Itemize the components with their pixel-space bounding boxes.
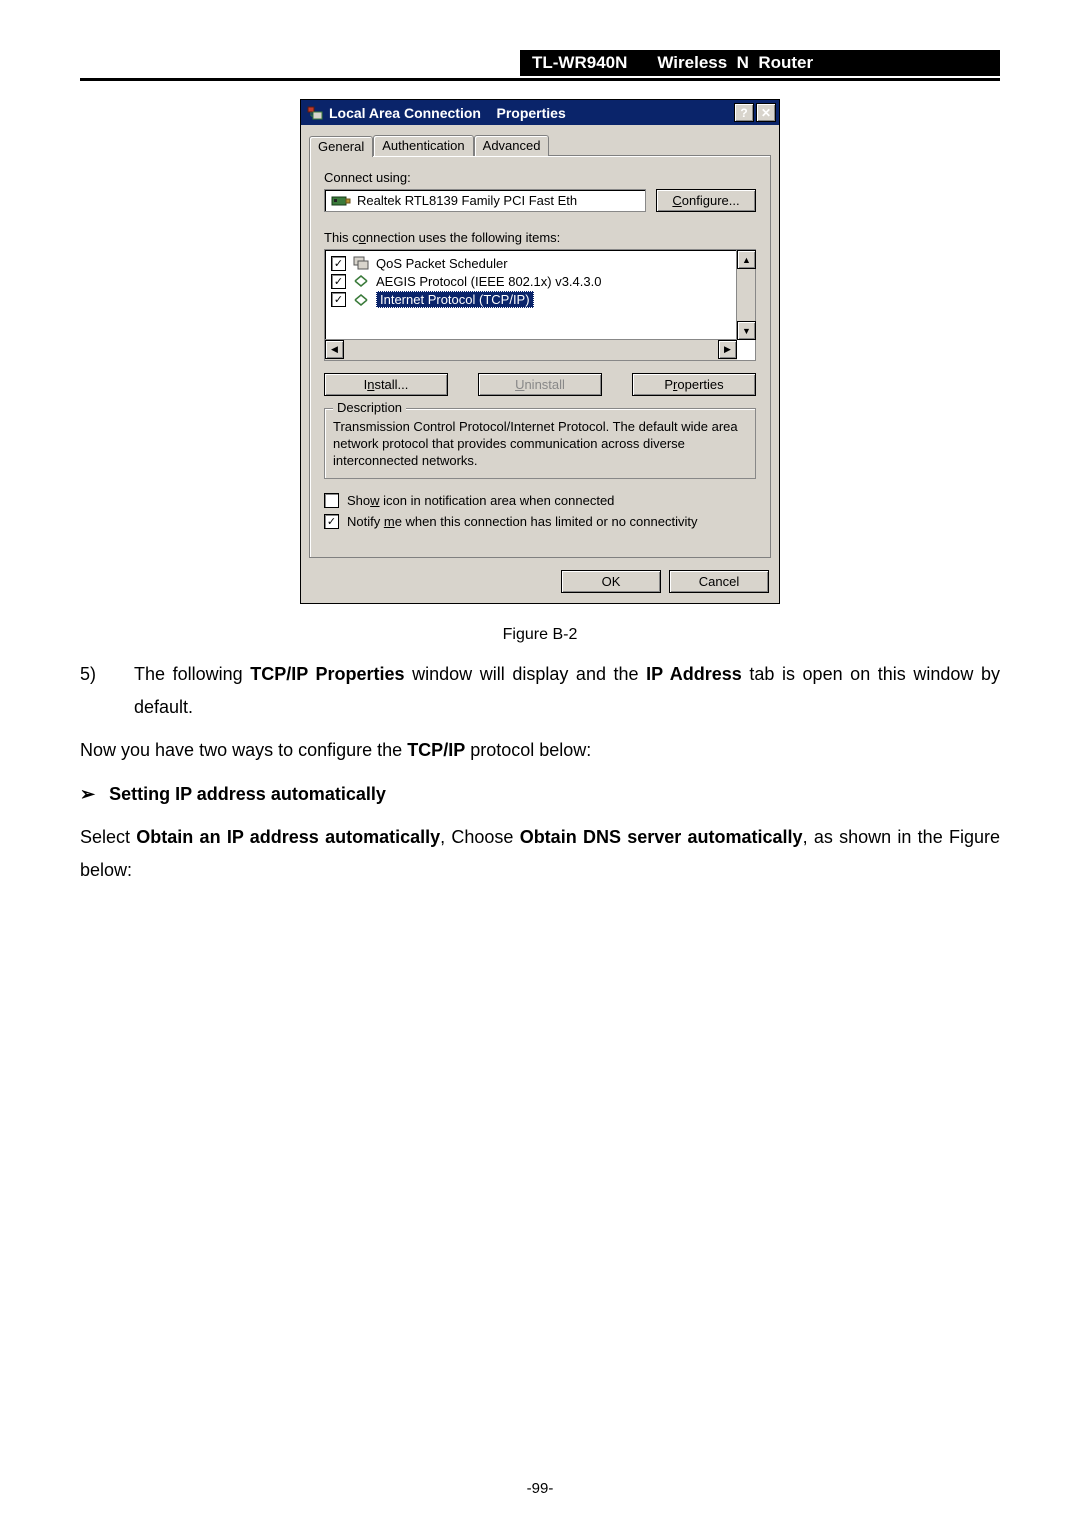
tab-advanced[interactable]: Advanced <box>474 135 550 156</box>
scroll-down-icon[interactable]: ▼ <box>737 321 756 340</box>
page-number: -99- <box>0 1480 1080 1497</box>
configure-button[interactable]: Configure... <box>656 189 756 212</box>
properties-dialog: Local Area Connection Properties ? ✕ Gen… <box>300 99 780 604</box>
show-icon-checkbox[interactable]: Show icon in notification area when conn… <box>324 493 756 508</box>
arrow-icon: ➢ <box>80 778 95 811</box>
arrow-heading-text: Setting IP address automatically <box>109 778 386 811</box>
header-bar: TL-WR940N Wireless N Router <box>520 50 1000 76</box>
scroll-left-icon[interactable]: ◀ <box>325 340 344 359</box>
tab-authentication[interactable]: Authentication <box>373 135 473 156</box>
network-icon <box>307 106 323 120</box>
checkbox-icon[interactable] <box>324 493 339 508</box>
dialog-title: Local Area Connection Properties <box>329 105 732 121</box>
horizontal-scrollbar[interactable]: ◀ ▶ <box>325 339 737 360</box>
items-label: This connection uses the following items… <box>324 230 756 245</box>
qos-icon <box>352 255 370 271</box>
list-item-label: Internet Protocol (TCP/IP) <box>376 291 534 308</box>
protocol-icon <box>352 273 370 289</box>
checkbox-icon[interactable]: ✓ <box>331 274 346 289</box>
cancel-button[interactable]: Cancel <box>669 570 769 593</box>
header-model: TL-WR940N <box>532 53 627 73</box>
step-number: 5) <box>80 658 108 691</box>
vertical-scrollbar[interactable]: ▲ ▼ <box>736 250 755 340</box>
description-text: Transmission Control Protocol/Internet P… <box>333 419 747 470</box>
figure-caption: Figure B-2 <box>80 626 1000 644</box>
paragraph: Now you have two ways to configure the T… <box>80 734 1000 767</box>
nic-field: Realtek RTL8139 Family PCI Fast Eth <box>324 189 646 212</box>
checkbox-icon[interactable]: ✓ <box>331 256 346 271</box>
dialog-footer: OK Cancel <box>301 562 779 603</box>
list-item[interactable]: ✓ QoS Packet Scheduler <box>329 254 733 272</box>
show-icon-label: Show icon in notification area when conn… <box>347 493 614 508</box>
ok-button[interactable]: OK <box>561 570 661 593</box>
notify-checkbox[interactable]: ✓ Notify me when this connection has lim… <box>324 514 756 529</box>
help-icon[interactable]: ? <box>734 103 754 122</box>
tab-general[interactable]: General <box>309 136 373 157</box>
protocol-icon <box>352 292 370 308</box>
connect-using-label: Connect using: <box>324 170 756 185</box>
scroll-up-icon[interactable]: ▲ <box>737 250 756 269</box>
uninstall-button: Uninstall <box>478 373 602 396</box>
properties-button[interactable]: Properties <box>632 373 756 396</box>
notify-label: Notify me when this connection has limit… <box>347 514 697 529</box>
checkbox-icon[interactable]: ✓ <box>324 514 339 529</box>
checkbox-icon[interactable]: ✓ <box>331 292 346 307</box>
page-header: TL-WR940N Wireless N Router <box>80 50 1000 81</box>
list-item-label: QoS Packet Scheduler <box>376 256 508 271</box>
install-button[interactable]: Install... <box>324 373 448 396</box>
list-item-label: AEGIS Protocol (IEEE 802.1x) v3.4.3.0 <box>376 274 601 289</box>
body-text: 5) The following TCP/IP Properties windo… <box>80 658 1000 888</box>
tab-panel-general: Connect using: Realtek RTL8139 Family PC… <box>309 155 771 558</box>
header-product: Wireless N Router <box>657 53 813 73</box>
paragraph: Select Obtain an IP address automaticall… <box>80 821 1000 888</box>
description-group: Description Transmission Control Protoco… <box>324 408 756 479</box>
scroll-right-icon[interactable]: ▶ <box>718 340 737 359</box>
nic-name: Realtek RTL8139 Family PCI Fast Eth <box>357 193 577 208</box>
list-item-selected[interactable]: ✓ Internet Protocol (TCP/IP) <box>329 290 733 309</box>
items-listbox[interactable]: ✓ QoS Packet Scheduler ✓ AEGIS Protoco <box>324 249 756 361</box>
list-item[interactable]: ✓ AEGIS Protocol (IEEE 802.1x) v3.4.3.0 <box>329 272 733 290</box>
step-5: 5) The following TCP/IP Properties windo… <box>80 658 1000 725</box>
arrow-heading: ➢ Setting IP address automatically <box>80 778 1000 811</box>
description-legend: Description <box>333 400 406 415</box>
nic-card-icon <box>331 194 351 208</box>
titlebar[interactable]: Local Area Connection Properties ? ✕ <box>301 100 779 125</box>
close-icon[interactable]: ✕ <box>756 103 776 122</box>
tabs: General Authentication Advanced <box>309 135 771 156</box>
